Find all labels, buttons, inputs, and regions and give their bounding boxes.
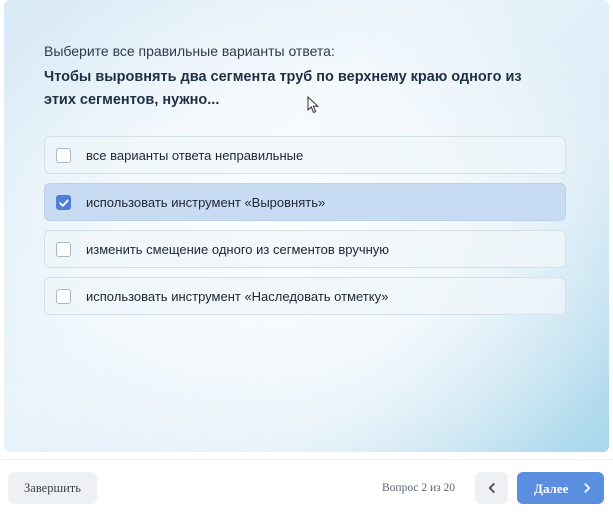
footer-divider [0,459,613,460]
question-progress: Вопрос 2 из 20 [382,482,456,494]
answer-option-1[interactable]: все варианты ответа неправильные [44,136,566,174]
checkbox[interactable] [56,242,71,257]
question-text: Чтобы выровнять два сегмента труб по вер… [44,69,522,108]
answer-option-label: использовать инструмент «Наследовать отм… [86,289,389,304]
checkbox-checked[interactable] [56,195,71,210]
answer-option-2[interactable]: использовать инструмент «Выровнять» [44,183,566,221]
answer-option-3[interactable]: изменить смещение одного из сегментов вр… [44,230,566,268]
chevron-right-icon [584,483,590,493]
answer-options: все варианты ответа неправильные использ… [44,136,566,324]
checkbox[interactable] [56,289,71,304]
answer-option-4[interactable]: использовать инструмент «Наследовать отм… [44,277,566,315]
mouse-pointer-icon [307,96,320,114]
answer-option-label: изменить смещение одного из сегментов вр… [86,242,390,257]
answer-option-label: использовать инструмент «Выровнять» [86,195,326,210]
chevron-left-icon [489,483,495,493]
previous-button[interactable] [475,472,508,504]
next-button[interactable]: Далее [517,472,604,504]
answer-option-label: все варианты ответа неправильные [86,148,304,163]
next-button-label: Далее [534,481,569,496]
check-icon [59,199,69,207]
finish-button[interactable]: Завершить [8,472,97,504]
instruction-text: Выберите все правильные варианты ответа: [44,43,335,59]
checkbox[interactable] [56,148,71,163]
quiz-card: Выберите все правильные варианты ответа:… [4,0,609,452]
